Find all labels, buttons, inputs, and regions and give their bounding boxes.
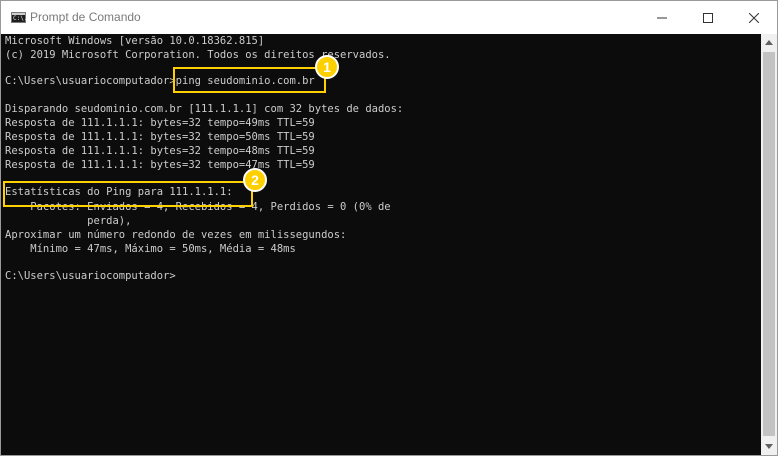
scroll-up-button[interactable]	[761, 34, 777, 51]
console-icon: C:\.	[11, 12, 28, 23]
minimize-button[interactable]	[639, 1, 685, 34]
vertical-scrollbar[interactable]	[761, 34, 777, 455]
close-icon	[749, 12, 759, 23]
highlight-box-ping-statistics	[3, 181, 253, 207]
console-line: Microsoft Windows [versão 10.0.18362.815…	[5, 35, 265, 47]
command-prompt-window: C:\. Prompt de Comando Microsoft Windows…	[0, 0, 778, 456]
console-line: Resposta de 111.1.1.1: bytes=32 tempo=50…	[5, 131, 315, 143]
console-icon-text: C:\.	[13, 15, 28, 22]
console-line: Resposta de 111.1.1.1: bytes=32 tempo=47…	[5, 159, 315, 171]
scroll-down-button[interactable]	[761, 438, 777, 455]
close-button[interactable]	[731, 1, 777, 34]
console-line: Disparando seudominio.com.br [111.1.1.1]…	[5, 103, 404, 115]
console-line: C:\Users\usuariocomputador>	[5, 270, 176, 282]
step-badge-1: 1	[315, 55, 339, 79]
console-line: Aproximar um número redondo de vezes em …	[5, 229, 347, 241]
window-title: Prompt de Comando	[30, 10, 141, 24]
highlight-box-ping-command	[173, 67, 326, 93]
console-line: perda),	[5, 215, 132, 227]
chevron-down-icon	[765, 444, 773, 449]
minimize-icon	[657, 17, 667, 18]
chevron-up-icon	[765, 40, 773, 45]
console-line: Resposta de 111.1.1.1: bytes=32 tempo=49…	[5, 117, 315, 129]
maximize-button[interactable]	[685, 1, 731, 34]
step-badge-2: 2	[243, 168, 267, 192]
console-line: Mínimo = 47ms, Máximo = 50ms, Média = 48…	[5, 243, 296, 255]
maximize-icon	[703, 12, 713, 23]
console-output[interactable]: Microsoft Windows [versão 10.0.18362.815…	[1, 34, 761, 455]
console-line: Resposta de 111.1.1.1: bytes=32 tempo=48…	[5, 145, 315, 157]
scrollbar-thumb[interactable]	[763, 52, 775, 436]
title-bar[interactable]: C:\. Prompt de Comando	[1, 1, 777, 34]
